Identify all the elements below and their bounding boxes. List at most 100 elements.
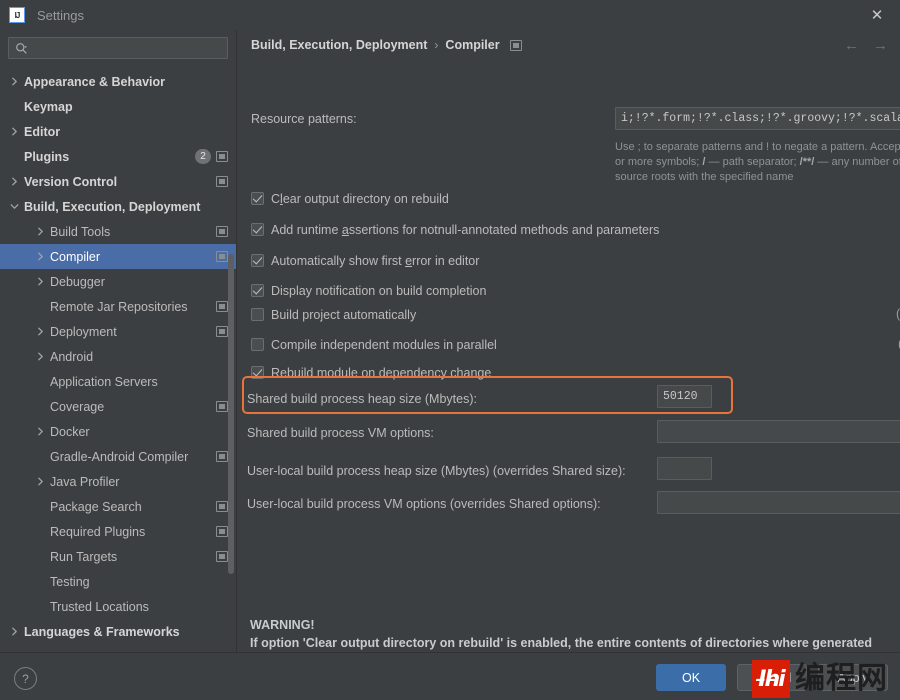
checkbox-row-runtime-assertions[interactable]: Add runtime assertions for notnull-annot…: [237, 219, 659, 240]
shared-vm-options-input[interactable]: [657, 420, 900, 443]
restore-defaults-icon[interactable]: [216, 226, 228, 237]
checkbox-parallel-compile[interactable]: [251, 338, 264, 351]
sidebar-item-trusted-locations[interactable]: Trusted Locations: [0, 594, 236, 619]
sidebar-item-build-execution-deployment[interactable]: Build, Execution, Deployment: [0, 194, 236, 219]
resource-patterns-input[interactable]: i;!?*.form;!?*.class;!?*.groovy;!?*.scal…: [615, 107, 900, 130]
checkbox-runtime-assertions[interactable]: [251, 223, 264, 236]
sidebar-item-remote-jar-repositories[interactable]: Remote Jar Repositories: [0, 294, 236, 319]
chevron-right-icon[interactable]: [8, 625, 21, 638]
restore-defaults-icon[interactable]: [216, 151, 228, 162]
settings-sidebar: Appearance & Behavior Keymap Editor Plugins…: [0, 30, 237, 652]
sidebar-item-adornments: [216, 451, 228, 462]
sidebar-item-adornments: [216, 526, 228, 537]
sidebar-item-plugins[interactable]: Plugins 2: [0, 144, 236, 169]
restore-defaults-icon[interactable]: [216, 526, 228, 537]
sidebar-scrollbar-track[interactable]: [228, 66, 235, 648]
restore-defaults-icon[interactable]: [216, 176, 228, 187]
sidebar-item-testing[interactable]: Testing: [0, 569, 236, 594]
checkbox-rebuild-dependency[interactable]: [251, 366, 264, 379]
search-container: [0, 30, 236, 65]
sidebar-scrollbar-thumb[interactable]: [228, 254, 234, 574]
chevron-right-icon[interactable]: [34, 325, 47, 338]
sidebar-item-version-control[interactable]: Version Control: [0, 169, 236, 194]
checkbox-row-show-first-error[interactable]: Automatically show first error in editor: [237, 250, 479, 271]
user-local-heap-input[interactable]: [657, 457, 712, 480]
breadcrumb: Build, Execution, Deployment › Compiler …: [237, 30, 900, 60]
sidebar-item-languages-frameworks[interactable]: Languages & Frameworks: [0, 619, 236, 644]
checkbox-row-clear-output[interactable]: Clear output directory on rebuild: [237, 188, 449, 209]
forward-arrow-icon[interactable]: →: [873, 38, 888, 53]
cb0-post: ear output directory on rebuild: [282, 191, 449, 206]
sidebar-item-debugger[interactable]: Debugger: [0, 269, 236, 294]
sidebar-item-java-profiler[interactable]: Java Profiler: [0, 469, 236, 494]
chevron-right-icon[interactable]: [34, 250, 47, 263]
sidebar-item-required-plugins[interactable]: Required Plugins: [0, 519, 236, 544]
checkbox-show-first-error[interactable]: [251, 254, 264, 267]
dialog-body: Appearance & Behavior Keymap Editor Plugins…: [0, 30, 900, 652]
chevron-right-icon[interactable]: [8, 75, 21, 88]
user-local-vm-options-input[interactable]: [657, 491, 900, 514]
sidebar-item-label: Trusted Locations: [50, 599, 149, 614]
restore-defaults-icon[interactable]: [216, 501, 228, 512]
sidebar-item-application-servers[interactable]: Application Servers: [0, 369, 236, 394]
chevron-right-icon[interactable]: [8, 175, 21, 188]
chevron-right-icon[interactable]: [34, 425, 47, 438]
chevron-right-icon[interactable]: [34, 225, 47, 238]
shared-heap-size-input[interactable]: 50120: [657, 385, 712, 408]
ok-button[interactable]: OK: [656, 664, 726, 691]
cancel-button[interactable]: Cancel: [737, 664, 807, 691]
checkbox-build-automatically[interactable]: [251, 308, 264, 321]
sidebar-item-docker[interactable]: Docker: [0, 419, 236, 444]
restore-defaults-icon[interactable]: [216, 401, 228, 412]
hint-wild-dblstar: /**/: [799, 156, 815, 168]
cb2-pre: Automatically show first: [271, 253, 406, 268]
breadcrumb-root[interactable]: Build, Execution, Deployment: [251, 38, 427, 52]
chevron-down-icon[interactable]: [8, 200, 21, 213]
back-arrow-icon[interactable]: ←: [844, 38, 859, 53]
sidebar-item-gradle-android-compiler[interactable]: Gradle-Android Compiler: [0, 444, 236, 469]
sidebar-item-package-search[interactable]: Package Search: [0, 494, 236, 519]
sidebar-item-editor[interactable]: Editor: [0, 119, 236, 144]
checkbox-display-notification[interactable]: [251, 284, 264, 297]
chevron-right-icon[interactable]: [34, 475, 47, 488]
sidebar-item-appearance-behavior[interactable]: Appearance & Behavior: [0, 69, 236, 94]
breadcrumb-separator: ›: [434, 38, 439, 52]
plugin-count-badge: 2: [195, 149, 211, 164]
settings-content: Build, Execution, Deployment › Compiler …: [237, 30, 900, 652]
chevron-right-icon[interactable]: [34, 350, 47, 363]
sidebar-item-android[interactable]: Android: [0, 344, 236, 369]
settings-tree[interactable]: Appearance & Behavior Keymap Editor Plugins…: [0, 65, 236, 652]
help-icon[interactable]: ?: [14, 667, 37, 690]
hint-text-5: — any number of directories;: [817, 156, 900, 168]
checkbox-label-display-notification: Display notification on build completion: [271, 283, 487, 298]
user-local-heap-label: User-local build process heap size (Mbyt…: [247, 464, 626, 478]
checkbox-clear-output[interactable]: [251, 192, 264, 205]
checkbox-row-display-notification[interactable]: Display notification on build completion: [237, 280, 486, 301]
search-box[interactable]: [8, 37, 228, 59]
restore-defaults-icon[interactable]: [216, 326, 228, 337]
restore-defaults-icon[interactable]: [509, 39, 522, 51]
restore-defaults-icon[interactable]: [216, 451, 228, 462]
search-input[interactable]: [32, 39, 227, 57]
checkbox-row-rebuild-dependency[interactable]: Rebuild module on dependency change: [237, 362, 491, 383]
sidebar-item-keymap[interactable]: Keymap: [0, 94, 236, 119]
checkbox-row-parallel-compile[interactable]: Compile independent modules in parallel: [237, 334, 497, 355]
sidebar-item-label: Java Profiler: [50, 474, 120, 489]
sidebar-item-run-targets[interactable]: Run Targets: [0, 544, 236, 569]
restore-defaults-icon[interactable]: [216, 301, 228, 312]
restore-defaults-icon[interactable]: [216, 551, 228, 562]
close-icon[interactable]: ✕: [854, 0, 900, 30]
chevron-right-icon[interactable]: [34, 275, 47, 288]
sidebar-item-build-tools[interactable]: Build Tools: [0, 219, 236, 244]
restore-defaults-icon[interactable]: [216, 251, 228, 262]
sidebar-item-label: Keymap: [24, 99, 73, 114]
hint-text-1: Use ; to separate patterns and ! to nega…: [615, 141, 900, 153]
checkbox-row-build-automatically[interactable]: Build project automatically: [237, 304, 416, 325]
sidebar-item-compiler[interactable]: Compiler: [0, 244, 236, 269]
sidebar-item-deployment[interactable]: Deployment: [0, 319, 236, 344]
resource-patterns-row: Resource patterns:: [237, 112, 357, 126]
chevron-right-icon[interactable]: [8, 125, 21, 138]
sidebar-item-coverage[interactable]: Coverage: [0, 394, 236, 419]
cb1-pre: Add runtime: [271, 222, 342, 237]
apply-button[interactable]: Apply: [818, 664, 888, 691]
